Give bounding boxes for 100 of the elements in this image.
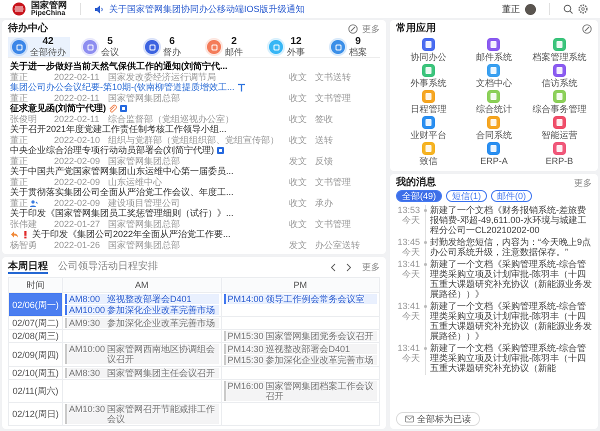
event-title: 国家管网西南地区协调组会议召开 bbox=[107, 344, 216, 364]
event-card[interactable]: AM10:00 国家管网西南地区协调组会议召开 bbox=[65, 344, 218, 364]
schedule-tab[interactable]: 本周日程 bbox=[8, 260, 48, 274]
event-card[interactable]: AM10:00 参加深化企业改革完善市场 bbox=[65, 305, 218, 315]
schedule-tab[interactable]: 公司领导活动日程安排 bbox=[58, 260, 158, 274]
message-time: 13:45 bbox=[397, 237, 420, 247]
todo-date: 2022-02-09 bbox=[54, 198, 102, 208]
event-title: 国家管网集团党务会议召开 bbox=[266, 331, 374, 341]
reply-arrow-icon bbox=[10, 230, 19, 239]
todo-action: 签收 bbox=[315, 114, 333, 124]
sender-name: 董正 bbox=[10, 72, 28, 82]
todo-department: 山东运维中心 bbox=[108, 177, 163, 187]
app-button[interactable]: 智能运营 bbox=[526, 116, 592, 140]
stat-label: 档案 bbox=[349, 47, 367, 57]
app-button[interactable]: 外事系统 bbox=[396, 64, 462, 88]
app-button[interactable]: 协同办公 bbox=[396, 38, 462, 62]
todo-type: 收文 bbox=[289, 135, 308, 145]
search-icon[interactable] bbox=[563, 4, 573, 14]
app-button[interactable]: 邮件系统 bbox=[461, 38, 527, 62]
stat-tab[interactable]: 2 邮件 bbox=[194, 37, 256, 57]
message-day: 今天 bbox=[402, 215, 420, 225]
event-card[interactable]: AM10:30 国家管网召开节能减排工作会议 bbox=[65, 404, 218, 424]
todo-date: 2022-02-11 bbox=[54, 114, 100, 124]
event-title: 领导工作例会常务会议室 bbox=[266, 294, 364, 304]
stat-tab[interactable]: 42 全部待办 bbox=[8, 37, 70, 57]
event-time: PM16:00 bbox=[228, 381, 264, 393]
app-button[interactable]: 文档中心 bbox=[461, 64, 527, 88]
paperclip-icon bbox=[108, 104, 117, 113]
todo-department: 建设项目管理公司 bbox=[108, 198, 181, 208]
mark-all-read-button[interactable]: 全部标为已读 bbox=[396, 412, 480, 426]
app-button[interactable]: 信访系统 bbox=[526, 64, 592, 88]
stat-count: 9 bbox=[355, 37, 361, 47]
todo-title[interactable]: 中央企业综合治理专项行动动员部署会(刘简宁代理) bbox=[10, 145, 214, 156]
todo-title[interactable]: 关于中国共产党国家管网集团山东运维中心第一届委员... bbox=[10, 166, 234, 177]
app-icon bbox=[422, 64, 436, 77]
todo-department: 国家管网集团总部 bbox=[108, 240, 181, 250]
column-header: AM bbox=[63, 278, 222, 293]
more-link[interactable]: 更多 bbox=[574, 178, 592, 188]
todo-type: 发文 bbox=[289, 240, 308, 250]
card-title: 常用应用 bbox=[396, 24, 436, 34]
app-button[interactable]: 档案管理系统 bbox=[526, 38, 592, 62]
todo-department: 国家管网集团总部 bbox=[108, 156, 181, 166]
todo-type: 收文 bbox=[289, 72, 308, 82]
more-link[interactable]: 更多 bbox=[362, 24, 380, 34]
notice-link[interactable]: 关于国家管网集团协同办公移动端IOS版升级通知 bbox=[109, 2, 305, 16]
app-button[interactable]: 合同系统 bbox=[461, 116, 527, 140]
todo-title[interactable]: 集团公司办公会议纪要-第10期-(钦南柳管道提质增效工... bbox=[10, 82, 235, 93]
app-button[interactable]: ERP-B bbox=[526, 142, 592, 166]
app-icon bbox=[487, 38, 500, 51]
more-link[interactable]: 更多 bbox=[362, 262, 380, 272]
stat-tab[interactable]: 12 外事 bbox=[256, 37, 318, 57]
message-day: 今天 bbox=[402, 269, 420, 279]
event-card[interactable]: PM15:30 参加深化企业改革完善市场 bbox=[224, 355, 377, 365]
timeline-dot bbox=[424, 305, 426, 308]
app-button[interactable]: 业财平台 bbox=[396, 116, 462, 140]
todo-type: 收文 bbox=[289, 114, 308, 124]
todo-title[interactable]: 关于进一步做好当前天然气保供工作的通知(刘简宁代... bbox=[10, 61, 228, 72]
edit-icon[interactable] bbox=[582, 24, 592, 34]
app-icon bbox=[552, 38, 566, 51]
event-card[interactable]: PM15:30 国家管网集团党务会议召开 bbox=[224, 331, 377, 341]
event-card[interactable]: PM14:30 巡视整改部署会D401 bbox=[224, 344, 377, 354]
day-header: 02/08(周三) bbox=[9, 330, 63, 343]
event-card[interactable]: PM16:00 国家管网集团档案工作会议召开 bbox=[224, 381, 377, 401]
chevron-left-icon[interactable] bbox=[330, 262, 336, 272]
todo-title[interactable]: 关于印发《集团公司2022年全面从严治党工作要... bbox=[32, 229, 231, 240]
app-button[interactable]: 日程管理 bbox=[396, 90, 462, 114]
document-icon bbox=[216, 146, 225, 155]
edit-icon[interactable] bbox=[348, 24, 358, 34]
sender-name: 张俊明 bbox=[10, 114, 37, 124]
todo-action: 办公室送转 bbox=[315, 240, 360, 250]
event-card[interactable]: AM8:00 巡视整改部署会D401 bbox=[65, 294, 218, 304]
todo-type: 收文 bbox=[289, 93, 308, 103]
event-card[interactable]: AM8:30 国家管网集团主任会议召开 bbox=[65, 368, 218, 378]
event-time: AM10:00 bbox=[69, 344, 105, 356]
day-header: 02/09(周四) bbox=[9, 343, 63, 367]
app-button[interactable]: 致信 bbox=[396, 142, 462, 166]
todo-type: 收文 bbox=[289, 177, 308, 187]
todo-type: 收文 bbox=[289, 198, 308, 208]
event-time: PM15:30 bbox=[228, 355, 264, 365]
todo-title[interactable]: 关于贯彻落实集团公司全面从严治党工作会议、年度工... bbox=[10, 187, 234, 198]
filter-chip[interactable]: 邮件(0) bbox=[491, 190, 532, 202]
message-time: 13:41 bbox=[397, 343, 420, 353]
sender-name: 董正 bbox=[10, 135, 28, 145]
event-title: 巡视整改部署会D401 bbox=[266, 344, 350, 354]
todo-title[interactable]: 征求意见函(刘简宁代理) bbox=[10, 103, 106, 114]
todo-title[interactable]: 关于召开2021年度党建工作责任制考核工作领导小组... bbox=[10, 124, 227, 135]
app-button[interactable]: ERP-A bbox=[461, 142, 527, 166]
stat-tab[interactable]: 6 督办 bbox=[132, 37, 194, 57]
todo-title[interactable]: 关于印发《国家管网集团员工奖惩管理细则（试行）》... bbox=[10, 208, 234, 219]
event-card[interactable]: PM14:00 领导工作例会常务会议室 bbox=[224, 294, 377, 304]
settings-icon[interactable] bbox=[578, 4, 588, 14]
app-button[interactable]: 综合统计 bbox=[461, 90, 527, 114]
stat-label: 会议 bbox=[101, 47, 119, 57]
stat-tab[interactable]: 5 会议 bbox=[70, 37, 132, 57]
stat-tab[interactable]: 9 档案 bbox=[318, 37, 380, 57]
event-card[interactable]: AM9:30 参加深化企业改革完善市场 bbox=[65, 318, 218, 328]
chevron-right-icon[interactable] bbox=[346, 262, 352, 272]
filter-chip[interactable]: 全部(49) bbox=[396, 190, 442, 202]
filter-chip[interactable]: 短信(1) bbox=[446, 190, 488, 202]
app-button[interactable]: 综合事务管理 bbox=[526, 90, 592, 114]
